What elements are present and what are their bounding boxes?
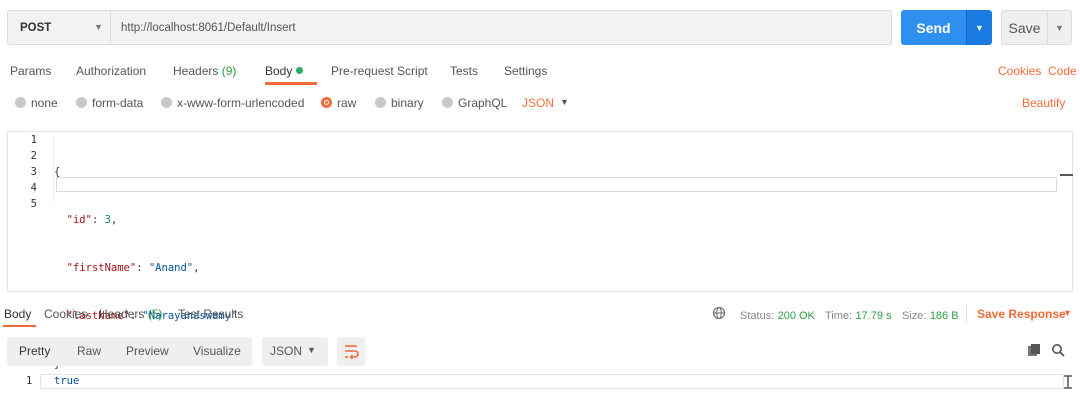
method-select[interactable]: POST ▼ xyxy=(7,10,110,45)
copy-icon[interactable] xyxy=(1027,343,1041,357)
body-format-select[interactable]: JSON xyxy=(522,96,554,110)
tab-settings[interactable]: Settings xyxy=(504,64,547,78)
status-group: Status: 200 OK xyxy=(740,308,815,323)
radio-urlencoded[interactable] xyxy=(161,97,172,108)
scrollbar-thumb[interactable] xyxy=(1060,174,1073,176)
response-tab-headers-label: Headers xyxy=(99,307,145,321)
tab-tests[interactable]: Tests xyxy=(450,64,478,78)
json-comma: , xyxy=(193,262,200,274)
response-tab-cookies[interactable]: Cookies xyxy=(44,307,87,321)
editor-gutter: 1 2 3 4 5 xyxy=(7,132,37,212)
save-response-caret-icon[interactable]: ▼ xyxy=(1063,308,1072,318)
response-tab-headers[interactable]: Headers (5) xyxy=(99,307,162,321)
status-value: 200 OK xyxy=(777,310,815,322)
radio-graphql-label: GraphQL xyxy=(458,96,508,110)
code-line: "firstName": "Anand", xyxy=(54,260,237,276)
status-label: Status: xyxy=(740,310,775,322)
send-options-caret-icon[interactable]: ▼ xyxy=(966,10,992,45)
code-link[interactable]: Code xyxy=(1048,64,1077,78)
radio-binary[interactable] xyxy=(375,97,386,108)
globe-icon[interactable] xyxy=(712,306,726,320)
line-number: 4 xyxy=(30,182,37,194)
tab-headers-label: Headers xyxy=(173,64,219,78)
caret-down-icon: ▼ xyxy=(94,22,103,32)
response-tab-body[interactable]: Body xyxy=(4,307,31,321)
radio-none[interactable] xyxy=(15,97,26,108)
wrap-lines-button[interactable] xyxy=(337,337,365,366)
save-options-caret-icon[interactable]: ▼ xyxy=(1047,10,1072,45)
body-modified-dot-icon xyxy=(296,67,304,74)
json-key: "firstName" xyxy=(66,262,137,274)
tab-pre-request-script[interactable]: Pre-request Script xyxy=(331,64,428,78)
tab-body[interactable]: Body xyxy=(265,64,304,78)
size-label: Size: xyxy=(902,310,927,322)
time-value: 17.79 s xyxy=(855,310,892,322)
tab-params[interactable]: Params xyxy=(10,64,51,78)
wrap-lines-icon xyxy=(345,345,359,360)
mode-visualize[interactable]: Visualize xyxy=(193,344,241,358)
active-tab-underline xyxy=(265,82,317,85)
beautify-link[interactable]: Beautify xyxy=(1022,96,1065,110)
caret-down-icon: ▼ xyxy=(560,97,569,107)
response-tab-headers-count: (5) xyxy=(147,307,163,321)
code-line: { xyxy=(54,164,237,180)
response-format-label: JSON xyxy=(270,344,303,358)
time-label: Time: xyxy=(825,310,853,322)
caret-down-icon: ▼ xyxy=(307,345,316,355)
send-button[interactable]: Send xyxy=(901,10,966,45)
json-key: "id" xyxy=(66,214,92,226)
code-line: "id": 3, xyxy=(54,212,237,228)
line-number: 2 xyxy=(30,150,37,162)
line-number: 3 xyxy=(30,166,37,178)
json-separator: : xyxy=(91,214,105,226)
size-group: Size: 186 B xyxy=(902,308,959,323)
cookies-link[interactable]: Cookies xyxy=(998,64,1041,78)
response-current-line xyxy=(40,374,1064,389)
response-tab-test-results[interactable]: Test Results xyxy=(178,307,243,321)
save-response-button[interactable]: Save Response xyxy=(977,307,1066,321)
tab-headers-count: (9) xyxy=(221,64,237,78)
radio-form-data-label: form-data xyxy=(92,96,144,110)
mode-preview[interactable]: Preview xyxy=(126,344,169,358)
radio-urlencoded-label: x-www-form-urlencoded xyxy=(177,96,305,110)
radio-binary-label: binary xyxy=(391,96,424,110)
save-button[interactable]: Save xyxy=(1001,10,1047,45)
url-input[interactable]: http://localhost:8061/Default/Insert xyxy=(110,10,892,45)
tab-body-label: Body xyxy=(265,64,293,78)
response-content: true xyxy=(54,375,80,387)
divider xyxy=(966,305,967,323)
response-line-number: 1 xyxy=(26,375,33,387)
url-text: http://localhost:8061/Default/Insert xyxy=(121,22,296,34)
line-number: 1 xyxy=(30,134,37,146)
size-value: 186 B xyxy=(929,310,959,322)
json-separator: : xyxy=(136,262,149,274)
time-group: Time: 17.79 s xyxy=(825,308,892,323)
radio-raw-label: raw xyxy=(337,96,357,110)
radio-graphql[interactable] xyxy=(442,97,453,108)
tab-headers[interactable]: Headers (9) xyxy=(173,64,236,78)
open-brace: { xyxy=(54,166,61,178)
radio-form-data[interactable] xyxy=(76,97,87,108)
tab-authorization[interactable]: Authorization xyxy=(76,64,146,78)
json-string: "Anand" xyxy=(148,262,194,274)
radio-raw[interactable] xyxy=(321,97,332,108)
response-active-tab-underline xyxy=(3,325,36,327)
radio-none-label: none xyxy=(31,96,58,110)
method-label: POST xyxy=(20,22,52,34)
mode-raw[interactable]: Raw xyxy=(77,344,101,358)
search-icon[interactable] xyxy=(1051,343,1065,357)
text-cursor-icon xyxy=(1064,375,1072,389)
line-number: 5 xyxy=(30,198,37,210)
mode-pretty[interactable]: Pretty xyxy=(19,344,50,358)
json-comma: , xyxy=(110,214,118,226)
